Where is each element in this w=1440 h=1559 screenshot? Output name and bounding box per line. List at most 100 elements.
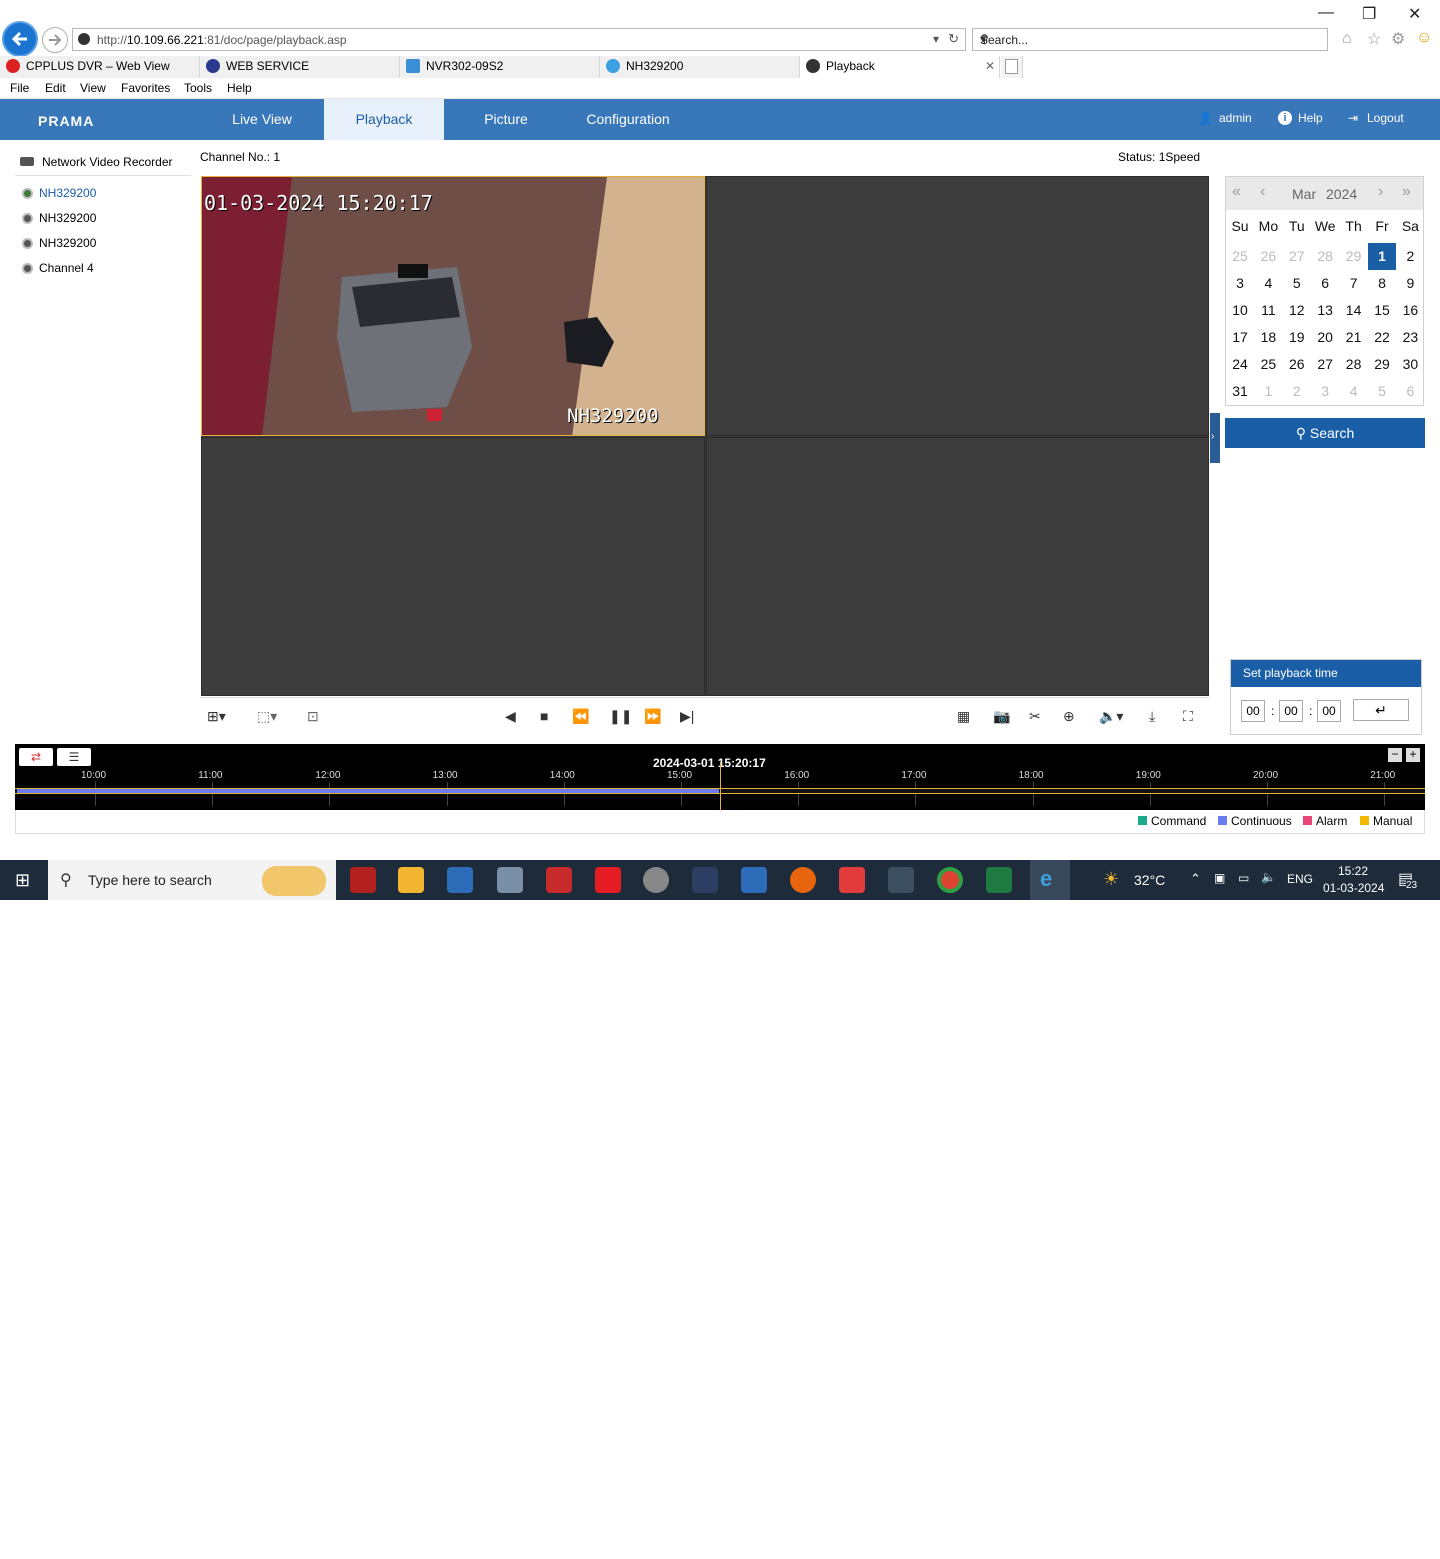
sync-playback-icon[interactable]: ⇄ — [19, 748, 53, 766]
clock-time[interactable]: 15:22 — [1338, 864, 1368, 878]
network-icon[interactable]: ▭ — [1238, 871, 1249, 885]
calendar-month[interactable]: Mar — [1292, 186, 1316, 202]
help-link[interactable]: Help — [1298, 111, 1323, 125]
single-frame-icon[interactable]: ▶| — [680, 708, 694, 725]
menu-file[interactable]: File — [10, 81, 29, 95]
address-bar[interactable]: http://10.109.66.221:81/doc/page/playbac… — [72, 28, 966, 51]
weather-temp[interactable]: 32°C — [1134, 872, 1165, 888]
gear-icon[interactable]: ⚙ — [1391, 29, 1405, 49]
calendar-day[interactable]: 4 — [1254, 270, 1282, 297]
audio-icon[interactable]: 🔈▾ — [1099, 708, 1123, 725]
excel-icon[interactable] — [986, 867, 1012, 893]
calendar-day[interactable]: 6 — [1311, 270, 1339, 297]
app-icon-1[interactable] — [350, 867, 376, 893]
window-layout-icon[interactable]: ⊞▾ — [207, 708, 226, 725]
calendar-day[interactable]: 14 — [1340, 297, 1368, 324]
calendar-day[interactable]: 3 — [1226, 270, 1254, 297]
tree-root[interactable]: Network Video Recorder — [42, 155, 173, 169]
user-name[interactable]: admin — [1219, 111, 1252, 125]
calendar-day[interactable]: 22 — [1368, 324, 1396, 351]
calendar-day[interactable]: 26 — [1254, 243, 1282, 270]
video-window-3[interactable] — [201, 437, 705, 696]
calendar-day[interactable]: 7 — [1340, 270, 1368, 297]
video-window-1[interactable]: 01-03-2024 15:20:17 NH329200 — [201, 176, 705, 436]
calendar-day[interactable]: 9 — [1396, 270, 1424, 297]
next-month-icon[interactable]: › — [1378, 183, 1383, 201]
calendar-day[interactable]: 28 — [1340, 351, 1368, 378]
nav-picture[interactable]: Picture — [444, 99, 568, 140]
maximize-icon[interactable]: ❐ — [1362, 4, 1376, 24]
fullscreen-icon[interactable]: ⛶ — [1183, 708, 1193, 725]
menu-view[interactable]: View — [80, 81, 106, 95]
timeline-settings-icon[interactable]: ☰ — [57, 748, 91, 766]
minimize-icon[interactable]: — — [1318, 4, 1334, 22]
stop-icon[interactable]: ■ — [540, 708, 548, 724]
calendar-day[interactable]: 16 — [1396, 297, 1424, 324]
tree-channel-1[interactable]: NH329200 — [22, 186, 96, 200]
close-window-icon[interactable]: ✕ — [1408, 4, 1421, 24]
minute-input[interactable]: 00 — [1279, 700, 1303, 722]
anydesk-icon[interactable] — [839, 867, 865, 893]
slow-down-icon[interactable]: ⏪ — [572, 708, 589, 725]
app-icon-9[interactable] — [741, 867, 767, 893]
calendar-day[interactable]: 2 — [1283, 378, 1311, 405]
nav-configuration[interactable]: Configuration — [568, 99, 688, 140]
video-window-2[interactable] — [706, 176, 1209, 436]
calendar-day[interactable]: 29 — [1340, 243, 1368, 270]
file-explorer-icon[interactable] — [398, 867, 424, 893]
prev-year-icon[interactable]: « — [1232, 183, 1241, 201]
refresh-icon[interactable]: ↻ — [948, 31, 959, 47]
prev-month-icon[interactable]: ‹ — [1260, 183, 1265, 201]
reverse-play-icon[interactable]: ◀ — [505, 708, 516, 725]
smiley-icon[interactable]: ☺ — [1416, 29, 1432, 47]
dropdown-icon[interactable]: ▾ — [933, 32, 939, 46]
chrome-icon[interactable] — [937, 867, 963, 893]
forward-button[interactable] — [42, 27, 68, 53]
next-year-icon[interactable]: » — [1402, 183, 1411, 201]
calendar-day-selected[interactable]: 1 — [1368, 243, 1396, 270]
volume-icon[interactable]: 🔈 — [1261, 870, 1276, 884]
playback-timeline[interactable]: ⇄ ☰ 2024-03-01 15:20:17 − + 10:00 11:00 12… — [15, 744, 1425, 1559]
menu-help[interactable]: Help — [227, 81, 252, 95]
second-input[interactable]: 00 — [1317, 700, 1341, 722]
logout-link[interactable]: Logout — [1367, 111, 1404, 125]
calendar-day[interactable]: 3 — [1311, 378, 1339, 405]
calendar-day[interactable]: 8 — [1368, 270, 1396, 297]
calendar-year[interactable]: 2024 — [1326, 186, 1357, 202]
pause-icon[interactable]: ❚❚ — [609, 708, 632, 725]
calendar-day[interactable]: 24 — [1226, 351, 1254, 378]
calendar-day[interactable]: 25 — [1226, 243, 1254, 270]
nav-playback[interactable]: Playback — [324, 99, 444, 140]
app-icon-12[interactable] — [888, 867, 914, 893]
new-tab-button[interactable] — [1001, 56, 1023, 78]
settings-app-icon[interactable] — [643, 867, 669, 893]
speed-up-icon[interactable]: ⏩ — [644, 708, 661, 725]
calendar-day[interactable]: 11 — [1254, 297, 1282, 324]
taskbar-search[interactable]: ⚲ Type here to search — [48, 860, 336, 900]
app-icon-5[interactable] — [546, 867, 572, 893]
tree-channel-4[interactable]: Channel 4 — [22, 261, 94, 275]
tab-cpplus[interactable]: CPPLUS DVR – Web View — [0, 56, 200, 78]
favorites-star-icon[interactable]: ☆ — [1367, 29, 1381, 49]
hour-input[interactable]: 00 — [1241, 700, 1265, 722]
language-indicator[interactable]: ENG — [1287, 872, 1313, 886]
close-tab-icon[interactable]: ✕ — [985, 56, 995, 77]
video-window-4[interactable] — [706, 437, 1209, 696]
calendar-day[interactable]: 13 — [1311, 297, 1339, 324]
calendar-day[interactable]: 6 — [1396, 378, 1424, 405]
calendar-day[interactable]: 28 — [1311, 243, 1339, 270]
window-select-icon[interactable]: ⬚▾ — [257, 708, 277, 725]
calendar-day[interactable]: 19 — [1283, 324, 1311, 351]
menu-edit[interactable]: Edit — [45, 81, 66, 95]
clock-date[interactable]: 01-03-2024 — [1323, 881, 1384, 895]
download-icon[interactable]: ⤓ — [1149, 708, 1155, 725]
meet-icon[interactable]: ▣ — [1214, 871, 1225, 885]
home-icon[interactable]: ⌂ — [1342, 30, 1352, 48]
menu-tools[interactable]: Tools — [184, 81, 212, 95]
tab-nh329200[interactable]: NH329200 — [600, 56, 800, 78]
calendar-day[interactable]: 30 — [1396, 351, 1424, 378]
windows-start-icon[interactable]: ⊞ — [15, 870, 30, 891]
browser-search-input[interactable]: Search... ⚲ ▾ — [972, 28, 1328, 51]
panel-collapse-handle[interactable]: › — [1210, 413, 1220, 463]
firefox-icon[interactable] — [790, 867, 816, 893]
